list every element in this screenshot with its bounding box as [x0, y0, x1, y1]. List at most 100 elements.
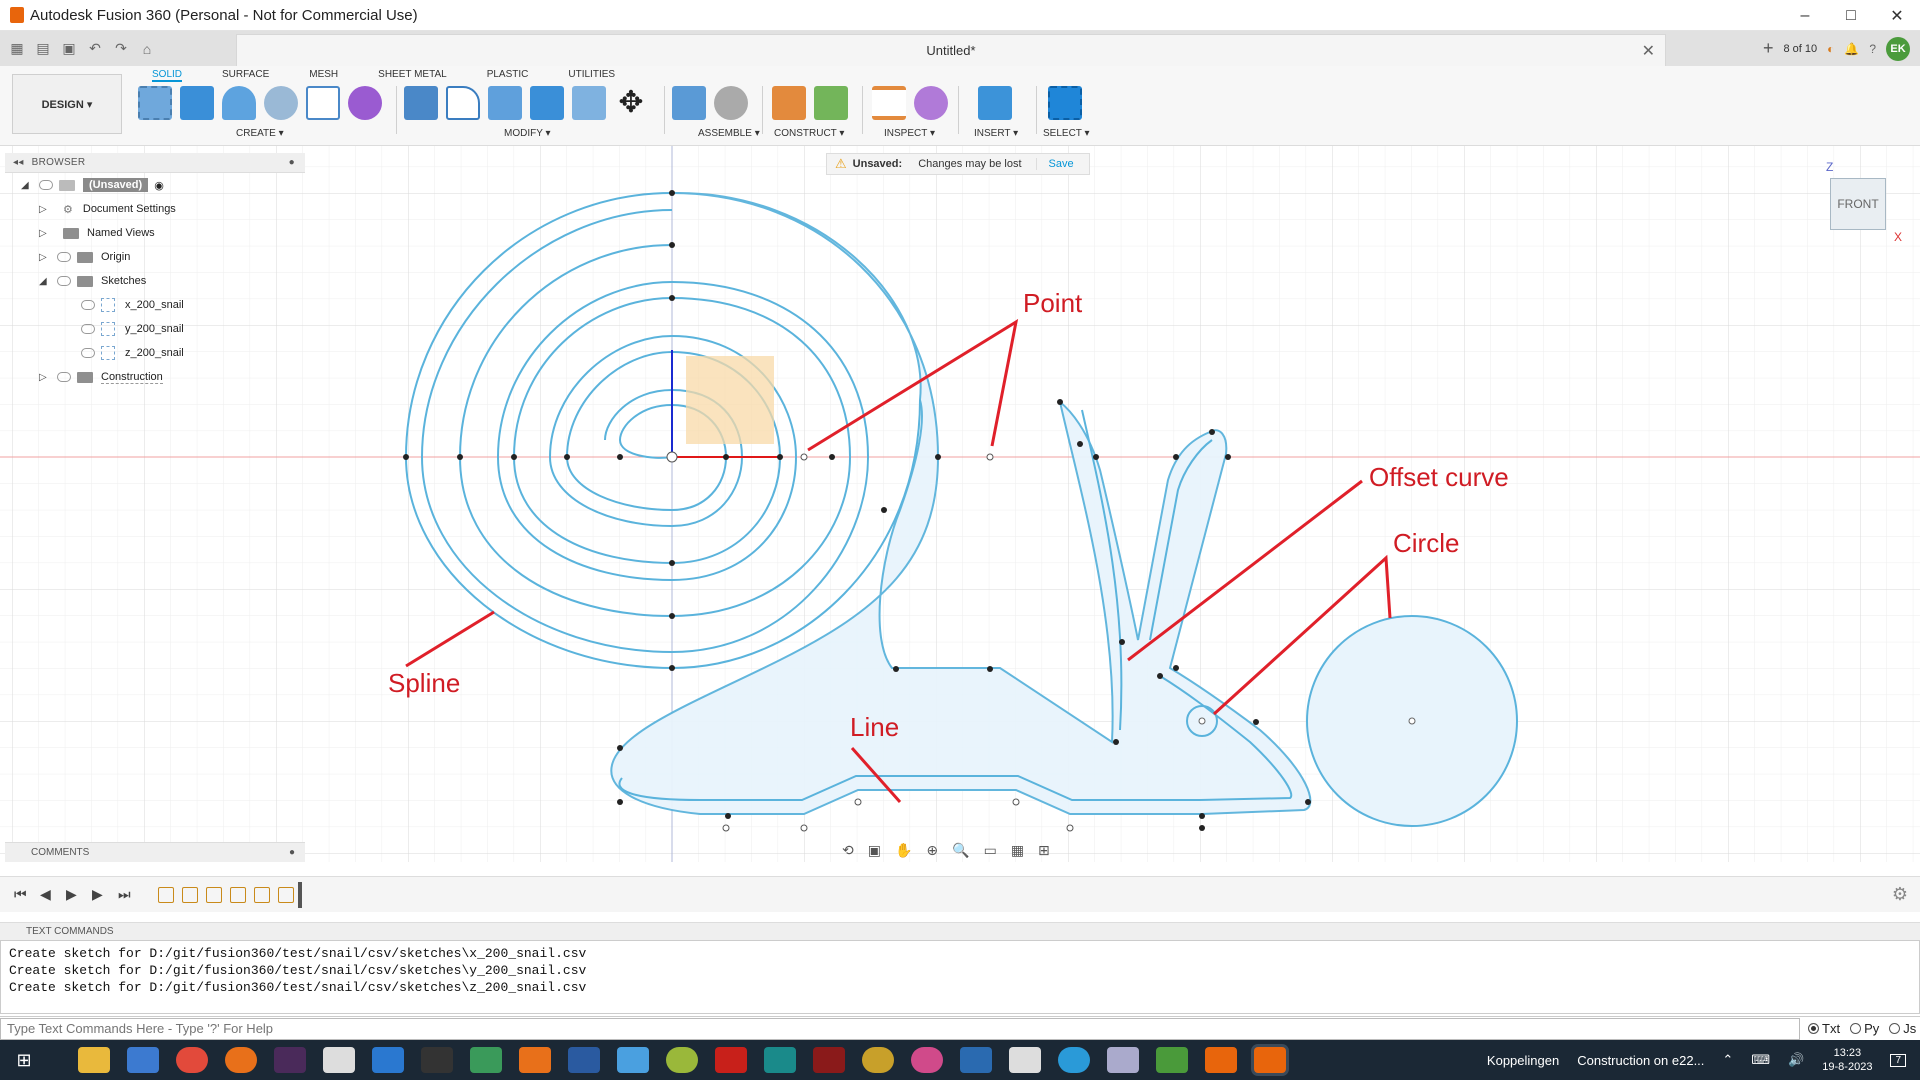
pattern-icon[interactable]: [306, 86, 340, 120]
hole-icon[interactable]: [264, 86, 298, 120]
browser-item-named-views[interactable]: ▷ Named Views: [5, 221, 305, 245]
extrude-icon[interactable]: [180, 86, 214, 120]
create-sketch-icon[interactable]: [138, 86, 172, 120]
create-group-label[interactable]: CREATE ▾: [236, 128, 284, 139]
workspace-switcher[interactable]: DESIGN ▾: [12, 74, 122, 134]
collapse-triangle-icon[interactable]: ◢: [39, 276, 49, 287]
move-icon[interactable]: ✥: [614, 86, 648, 120]
fusion-taskbar-icon[interactable]: [1205, 1047, 1237, 1073]
notification-center-icon[interactable]: 7: [1890, 1053, 1906, 1067]
tab-sheet-metal[interactable]: SHEET METAL: [378, 66, 447, 82]
browser-item-construction[interactable]: ▷ Construction: [5, 365, 305, 389]
radio-py[interactable]: Py: [1850, 1021, 1879, 1036]
tab-plastic[interactable]: PLASTIC: [487, 66, 529, 82]
zoom-icon[interactable]: ⊕: [926, 842, 938, 859]
expand-triangle-icon[interactable]: ▷: [39, 228, 49, 239]
expand-triangle-icon[interactable]: ▷: [39, 204, 49, 215]
fusion-active-icon[interactable]: [1254, 1047, 1286, 1073]
modify-group-label[interactable]: MODIFY ▾: [504, 128, 551, 139]
help-icon[interactable]: ?: [1869, 42, 1876, 56]
expand-triangle-icon[interactable]: ▷: [39, 372, 49, 383]
slack-icon[interactable]: [274, 1047, 306, 1073]
offset-plane-icon[interactable]: [772, 86, 806, 120]
app-icon[interactable]: [617, 1047, 649, 1073]
select-group-label[interactable]: SELECT ▾: [1043, 128, 1090, 139]
skype-icon[interactable]: [1058, 1047, 1090, 1073]
new-component-icon[interactable]: [672, 86, 706, 120]
tray-chevron-icon[interactable]: ⌃: [1722, 1052, 1733, 1068]
radio-selected-icon[interactable]: [1808, 1023, 1819, 1034]
browser-pin-icon[interactable]: ●: [289, 157, 295, 168]
save-link[interactable]: Save: [1035, 158, 1074, 170]
view-cube-face[interactable]: FRONT: [1837, 197, 1878, 211]
app-icon[interactable]: [764, 1047, 796, 1073]
browser-root[interactable]: ◢ (Unsaved) ◉: [5, 173, 305, 197]
browser-sketch-y[interactable]: y_200_snail: [5, 317, 305, 341]
timeline-item[interactable]: [158, 886, 174, 903]
app-icon[interactable]: [813, 1047, 845, 1073]
app-icon[interactable]: [568, 1047, 600, 1073]
press-pull-icon[interactable]: [404, 86, 438, 120]
inspect-group-label[interactable]: INSPECT ▾: [884, 128, 935, 139]
grid-settings-icon[interactable]: ▦: [1011, 842, 1024, 859]
radio-icon[interactable]: [1850, 1023, 1862, 1034]
visibility-icon[interactable]: [81, 300, 95, 310]
app-icon[interactable]: [323, 1047, 355, 1073]
app-icon[interactable]: [862, 1047, 894, 1073]
step-back-icon[interactable]: ◀: [40, 886, 52, 903]
acrobat-icon[interactable]: [715, 1047, 747, 1073]
terminal-icon[interactable]: [421, 1047, 453, 1073]
look-at-icon[interactable]: ▣: [868, 842, 881, 859]
revolve-icon[interactable]: [222, 86, 256, 120]
collapse-icon[interactable]: ◂◂: [13, 157, 24, 168]
timeline-settings-gear-icon[interactable]: ⚙: [1892, 884, 1908, 905]
visibility-icon[interactable]: [57, 276, 71, 286]
chamfer-icon[interactable]: [488, 86, 522, 120]
tab-surface[interactable]: SURFACE: [222, 66, 269, 82]
timeline-item[interactable]: [182, 886, 198, 903]
play-icon[interactable]: ▶: [66, 886, 78, 903]
outlook-icon[interactable]: [372, 1047, 404, 1073]
insert-canvas-icon[interactable]: [978, 86, 1012, 120]
browser-item-sketches[interactable]: ◢ Sketches: [5, 269, 305, 293]
timeline-marker[interactable]: [298, 881, 302, 908]
measure-icon[interactable]: [872, 86, 906, 120]
file-explorer-icon[interactable]: [78, 1047, 110, 1073]
step-forward-icon[interactable]: ▶: [92, 886, 104, 903]
active-window-label[interactable]: Construction on e22...: [1577, 1053, 1704, 1068]
visibility-icon[interactable]: [39, 180, 53, 190]
browser-sketch-x[interactable]: x_200_snail: [5, 293, 305, 317]
tab-mesh[interactable]: MESH: [309, 66, 338, 82]
radio-icon[interactable]: [1889, 1023, 1901, 1034]
app-icon[interactable]: [519, 1047, 551, 1073]
text-command-input[interactable]: [0, 1017, 1800, 1040]
close-window-button[interactable]: ✕: [1874, 0, 1920, 31]
text-commands-header[interactable]: TEXT COMMANDS: [0, 922, 1920, 940]
maximize-button[interactable]: □: [1828, 0, 1874, 31]
midplane-icon[interactable]: [814, 86, 848, 120]
tab-utilities[interactable]: UTILITIES: [568, 66, 615, 82]
app-icon[interactable]: [1156, 1047, 1188, 1073]
firefox-icon[interactable]: [225, 1047, 257, 1073]
radio-txt[interactable]: Txt: [1808, 1021, 1840, 1036]
zoom-window-icon[interactable]: 🔍: [952, 842, 969, 859]
display-settings-icon[interactable]: ▭: [984, 842, 997, 859]
redo-icon[interactable]: ↷: [108, 36, 134, 62]
undo-icon[interactable]: ↶: [82, 36, 108, 62]
visibility-icon[interactable]: [57, 372, 71, 382]
assemble-group-label[interactable]: ASSEMBLE ▾: [698, 128, 760, 139]
view-cube[interactable]: FRONT: [1830, 178, 1886, 230]
pan-icon[interactable]: ✋: [895, 842, 912, 859]
volume-icon[interactable]: 🔊: [1788, 1052, 1804, 1068]
joint-icon[interactable]: [714, 86, 748, 120]
document-tab[interactable]: Untitled* ✕: [236, 34, 1666, 66]
go-to-start-icon[interactable]: ⏮: [14, 886, 27, 903]
visibility-icon[interactable]: [81, 348, 95, 358]
store-icon[interactable]: [127, 1047, 159, 1073]
browser-item-origin[interactable]: ▷ Origin: [5, 245, 305, 269]
fillet-icon[interactable]: [446, 86, 480, 120]
create-form-icon[interactable]: [348, 86, 382, 120]
go-to-end-icon[interactable]: ⏭: [118, 886, 131, 903]
combine-icon[interactable]: [530, 86, 564, 120]
tray-label[interactable]: Koppelingen: [1487, 1053, 1559, 1068]
